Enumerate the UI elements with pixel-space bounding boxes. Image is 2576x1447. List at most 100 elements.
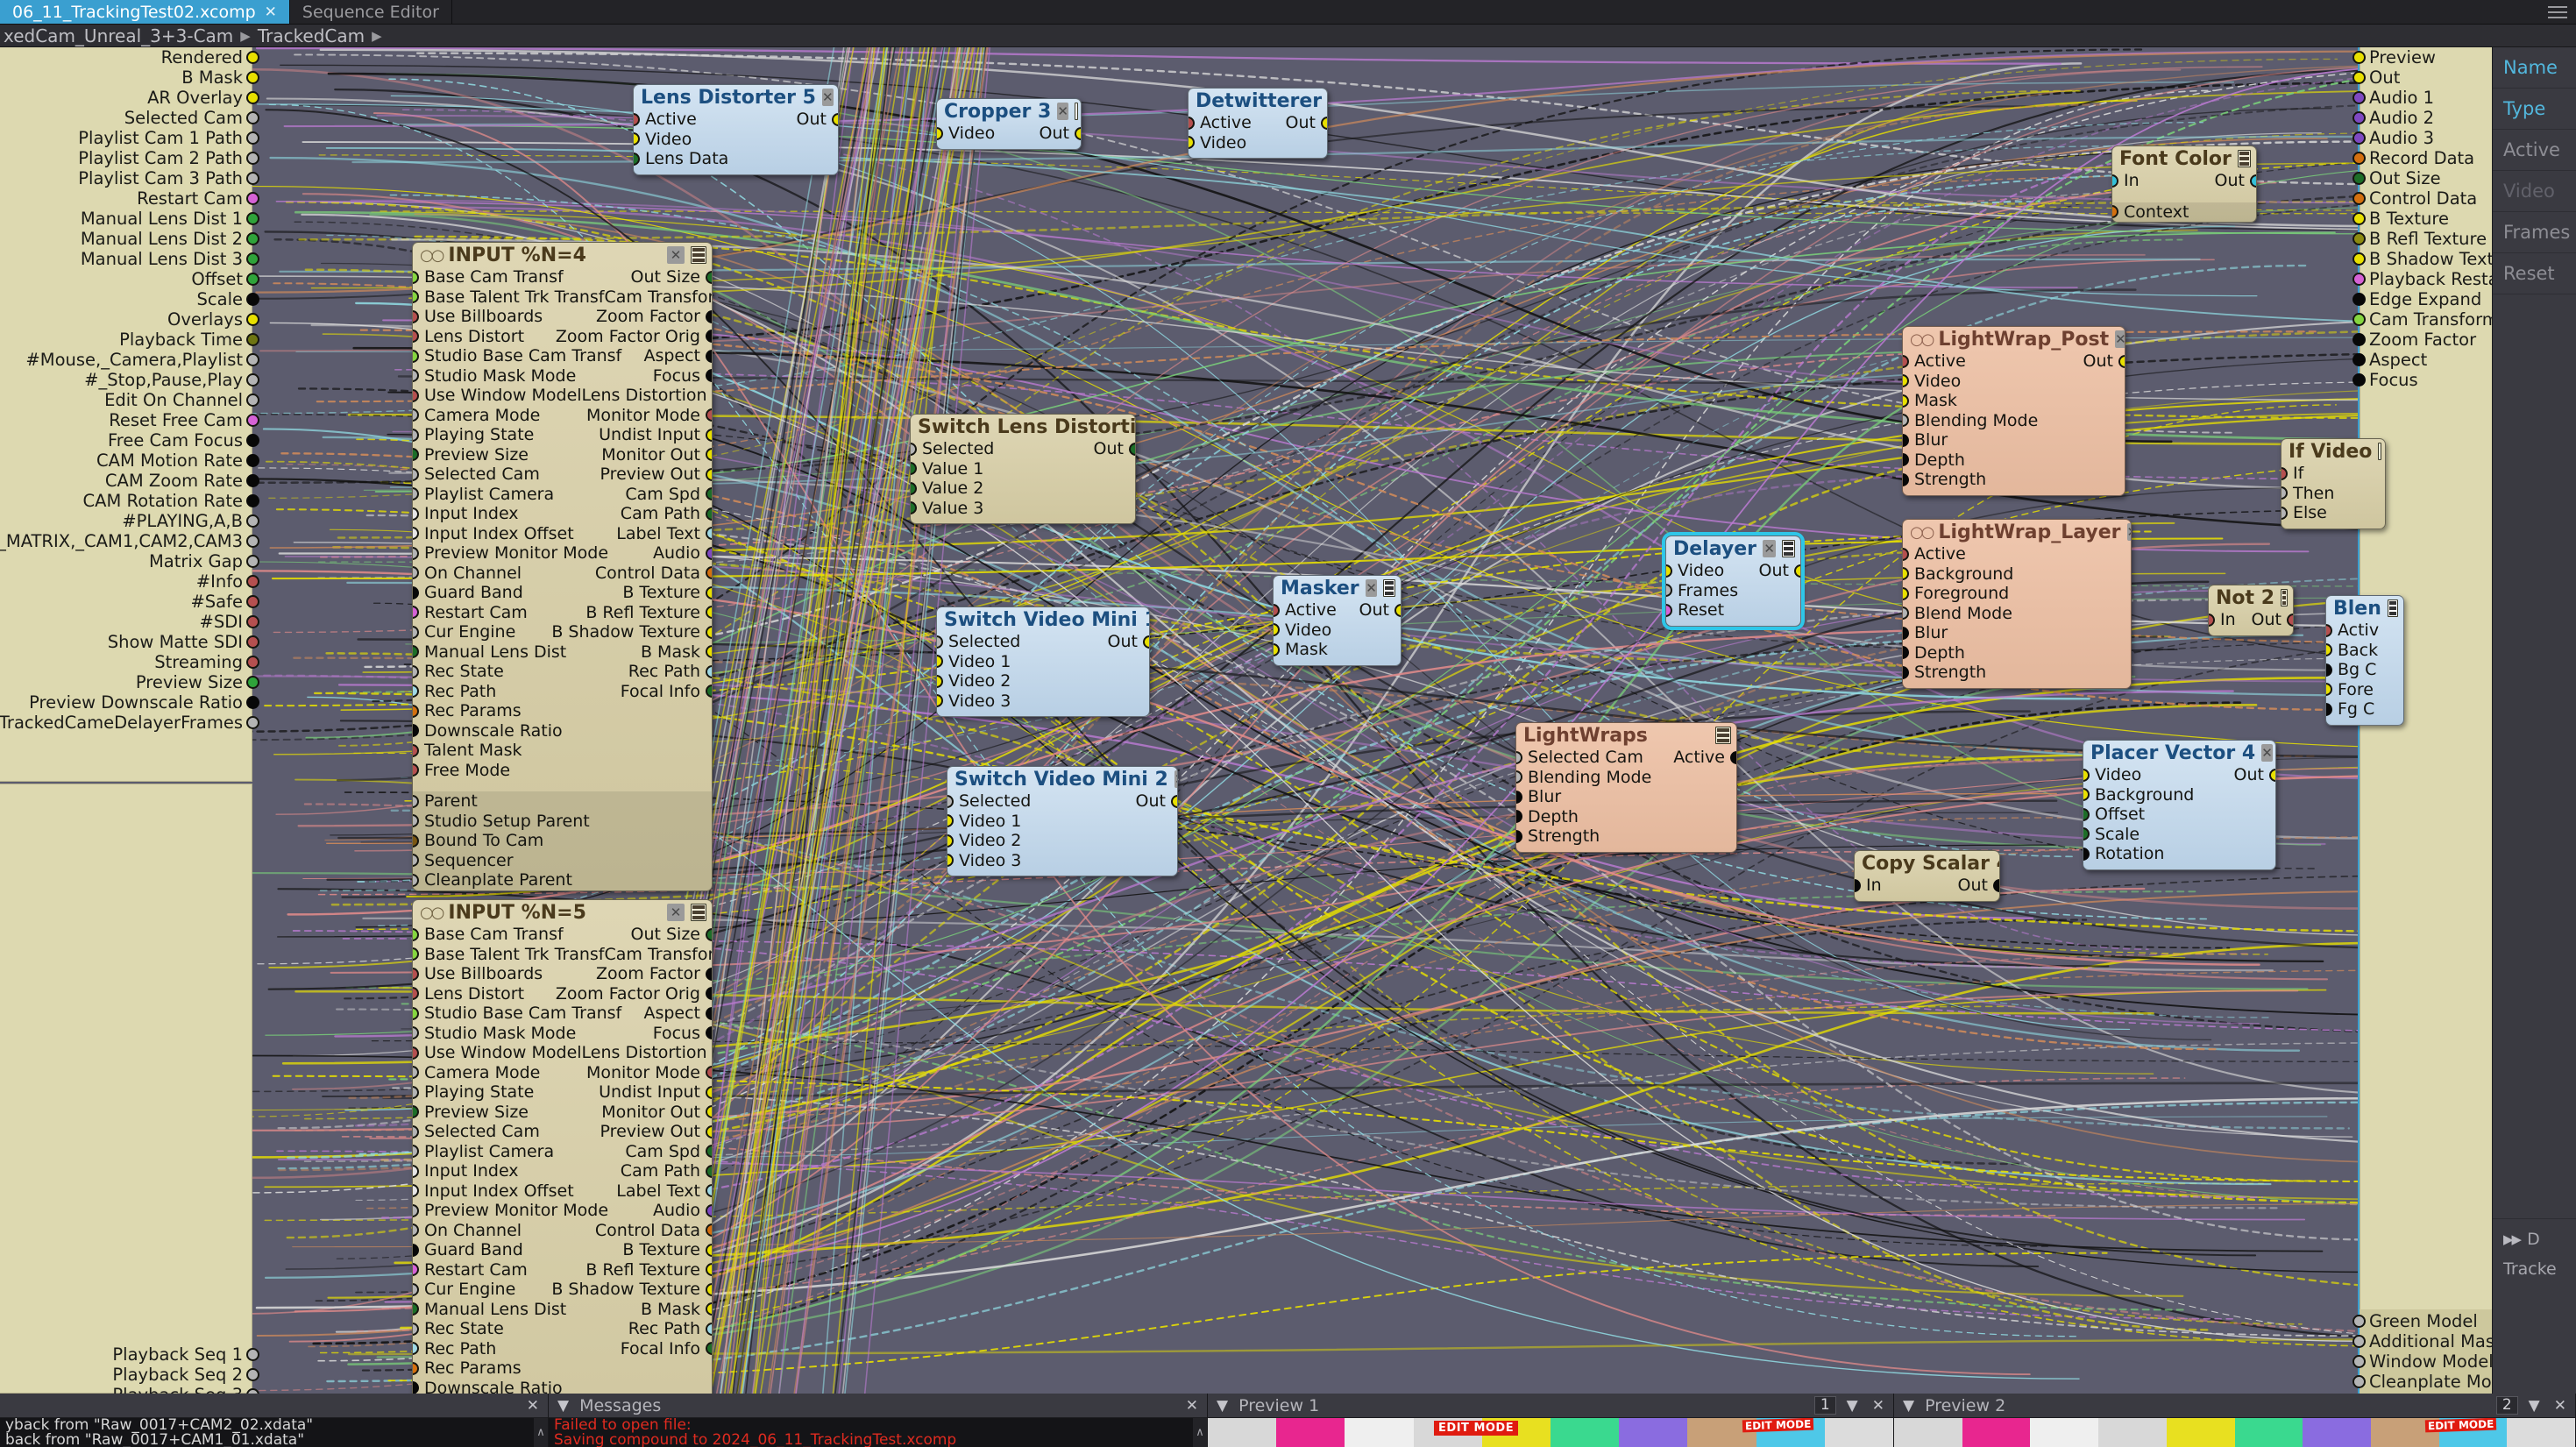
port-dot-icon[interactable] [246,635,259,649]
node-header[interactable]: Placer Vector 4 ✕ [2083,741,2275,765]
group-port-row[interactable]: Manual Lens Dist 1 [0,209,259,229]
node-stack-icon[interactable] [1383,579,1395,597]
tab-tracking-test[interactable]: 06_11_TrackingTest02.xcomp ✕ [0,0,290,24]
output-port-dot-icon[interactable] [706,1224,712,1238]
node-header[interactable]: ○○ INPUT %N=4 ✕ [413,243,712,267]
node-port-row[interactable]: Preview Size Monitor Out [413,445,712,465]
input-port-dot-icon[interactable] [413,947,419,961]
input-port-dot-icon[interactable] [413,448,419,462]
output-port-dot-icon[interactable] [706,428,712,442]
footer-port-dot-icon[interactable] [413,873,419,887]
node-footer-port-row[interactable]: Studio Setup Parent [413,812,712,832]
inspector-row-frames[interactable]: Frames [2493,212,2576,253]
node-stack-icon[interactable] [1782,540,1795,557]
input-port-dot-icon[interactable] [413,1361,419,1375]
input-port-dot-icon[interactable] [413,1026,419,1040]
input-port-dot-icon[interactable] [413,1203,419,1217]
group-port-row[interactable]: #SDI [0,612,259,632]
node-port-row[interactable]: Fore [2326,680,2403,700]
node-port-row[interactable]: Restart Cam B Refl Texture [413,603,712,623]
node-port-row[interactable]: Video [1903,372,2125,392]
port-dot-icon[interactable] [246,91,259,104]
output-port-dot-icon[interactable] [706,1322,712,1336]
node-port-row[interactable]: Video 3 [947,851,1177,871]
input-port-dot-icon[interactable] [1274,623,1280,637]
port-dot-icon[interactable] [246,51,259,64]
input-port-dot-icon[interactable] [947,854,954,868]
node-close-icon[interactable]: ✕ [1365,579,1378,597]
node-port-row[interactable]: Video 2 [937,671,1149,692]
node-stack-icon[interactable] [2387,599,2398,617]
input-port-dot-icon[interactable] [413,330,419,344]
output-port-dot-icon[interactable] [706,369,712,383]
output-port-dot-icon[interactable] [706,448,712,462]
node-port-row[interactable]: Video [1189,133,1327,153]
input-port-dot-icon[interactable] [413,724,419,738]
node-header[interactable]: Detwitterer✕ [1189,89,1327,113]
node-port-row[interactable]: In Out [1855,876,1999,896]
node-header[interactable]: Switch Lens Distortion [911,415,1135,439]
input-port-dot-icon[interactable] [1855,878,1861,892]
node-port-row[interactable]: Rec Path Focal Info [413,682,712,702]
input-port-dot-icon[interactable] [1516,750,1522,764]
node-port-row[interactable]: Video Out [2083,765,2275,785]
group-port-row[interactable]: Overlays [0,309,259,330]
node-stack-icon[interactable] [691,246,706,264]
node-header[interactable]: Lens Distorter 5 ✕ [634,85,838,110]
node-port-row[interactable]: Active [1903,544,2131,564]
node-header[interactable]: LightWraps [1516,723,1736,748]
group-port-row[interactable]: Free Cam Focus [0,430,259,450]
input-port-dot-icon[interactable] [1666,564,1672,578]
port-dot-icon[interactable] [246,535,259,548]
input-port-dot-icon[interactable] [1516,790,1522,804]
node-port-row[interactable]: Selected Cam Active [1516,748,1736,768]
port-dot-icon[interactable] [2352,51,2366,64]
port-dot-icon[interactable] [2352,313,2366,326]
group-port-row[interactable]: Offset [0,269,259,289]
node-port-row[interactable]: Cur Engine B Shadow Texture [413,622,712,642]
node-port-row[interactable]: Video 3 [937,692,1149,712]
port-dot-icon[interactable] [246,555,259,568]
input-port-dot-icon[interactable] [413,743,419,757]
input-port-dot-icon[interactable] [2281,506,2288,520]
breadcrumb-item-current[interactable]: TrackedCam [258,25,365,46]
node-port-row[interactable]: Playing State Undist Input [413,1082,712,1103]
output-port-dot-icon[interactable] [706,625,712,639]
node-port-row[interactable]: Mask [1903,391,2125,411]
node-port-row[interactable]: Studio Mask Mode Focus [413,366,712,387]
output-port-dot-icon[interactable] [2269,768,2275,782]
node-port-row[interactable]: Frames [1666,581,1800,601]
node-stack-icon[interactable] [2237,150,2251,167]
node-port-row[interactable]: Studio Base Cam Transf Aspect [413,1004,712,1024]
input-port-dot-icon[interactable] [413,546,419,560]
input-port-dot-icon[interactable] [413,507,419,521]
footer-port-dot-icon[interactable] [413,794,419,808]
input-port-dot-icon[interactable] [413,467,419,481]
port-dot-icon[interactable] [2352,71,2366,84]
node-port-row[interactable]: Blur [1516,787,1736,807]
input-port-dot-icon[interactable] [1903,665,1909,679]
group-port-row[interactable]: #Info [0,571,259,592]
panel-menu-icon[interactable]: ▼ [1213,1397,1231,1415]
node-port-row[interactable]: Scale [2083,825,2275,845]
output-port-dot-icon[interactable] [706,1066,712,1080]
node-port-row[interactable]: Free Mode [413,761,712,781]
panel-close-icon[interactable]: ✕ [523,1397,543,1415]
node-header[interactable]: ○○ INPUT %N=5 ✕ [413,900,712,925]
node-switch-video-mini-2[interactable]: Switch Video Mini 2✕SelectedOutVideo 1Vi… [947,766,1178,876]
node-stack-icon[interactable] [691,904,706,921]
node-port-row[interactable]: Preview Monitor Mode Audio [413,1201,712,1221]
output-port-dot-icon[interactable] [1993,878,1999,892]
port-dot-icon[interactable] [246,595,259,608]
node-port-row[interactable]: Foreground [1903,584,2131,604]
node-not-2[interactable]: Not 2 In Out [2208,585,2294,636]
node-port-row[interactable]: Restart Cam B Refl Texture [413,1260,712,1280]
input-port-dot-icon[interactable] [634,152,640,166]
port-dot-icon[interactable] [246,716,259,729]
node-lightwrap-post[interactable]: ○○ LightWrap_Post ✕ Active Out Video Mask Blend… [1902,326,2125,496]
output-port-dot-icon[interactable] [706,309,712,323]
input-port-dot-icon[interactable] [413,566,419,580]
input-port-dot-icon[interactable] [413,1184,419,1198]
port-dot-icon[interactable] [2352,111,2366,124]
node-lightwrap-layer[interactable]: ○○LightWrap_Layer ✕ ActiveBackgroundForegr… [1902,519,2132,689]
